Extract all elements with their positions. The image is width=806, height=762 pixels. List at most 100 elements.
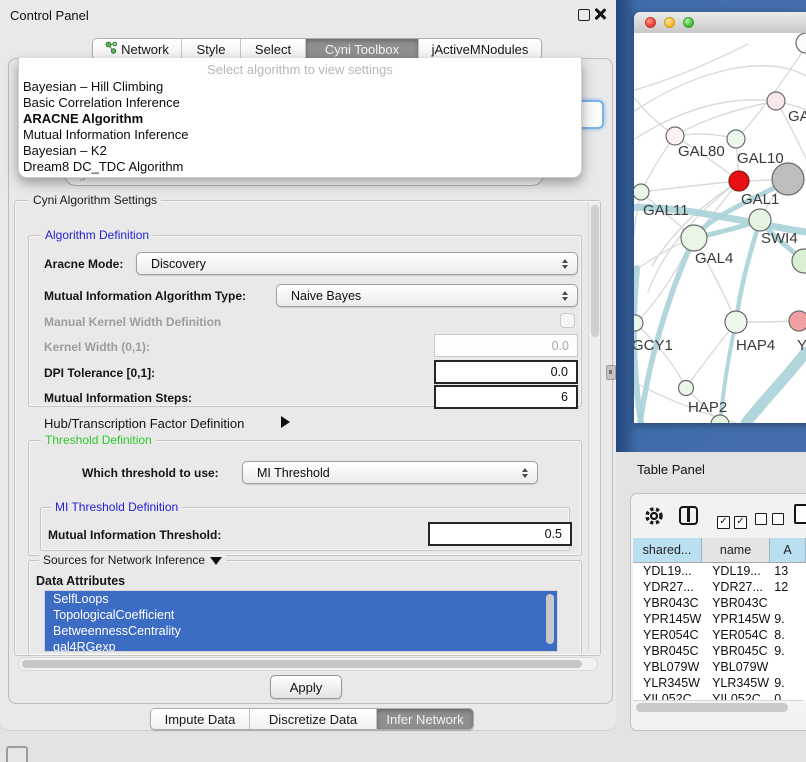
tab-discretize-data[interactable]: Discretize Data bbox=[250, 709, 377, 729]
table-cell bbox=[770, 659, 806, 675]
network-node-hap4[interactable] bbox=[725, 311, 747, 333]
network-canvas[interactable]: GALGAL80GAL10GAL1GAL11SWI4GAL4GCY1HAP4YH… bbox=[634, 33, 806, 423]
close-panel-icon[interactable] bbox=[594, 8, 606, 20]
network-node-gal1[interactable] bbox=[729, 171, 749, 191]
attribute-item-topologicalcoefficient[interactable]: TopologicalCoefficient bbox=[45, 607, 557, 623]
tab-infer-network[interactable]: Infer Network bbox=[377, 709, 473, 729]
data-attributes-list: SelfLoopsTopologicalCoefficientBetweenne… bbox=[44, 590, 558, 652]
float-panel-icon[interactable] bbox=[578, 9, 590, 21]
network-node-gal[interactable] bbox=[767, 92, 785, 110]
hub-definition-label[interactable]: Hub/Transcription Factor Definition bbox=[44, 416, 244, 431]
tab-jactivemnodules[interactable]: jActiveMNodules bbox=[419, 39, 541, 59]
minimized-panel-icon[interactable] bbox=[6, 746, 28, 762]
screen: Control Panel NetworkStyleSelectCyni Too… bbox=[0, 0, 806, 762]
column-header-a[interactable]: A bbox=[770, 538, 806, 562]
network-graph: GALGAL80GAL10GAL1GAL11SWI4GAL4GCY1HAP4YH… bbox=[634, 33, 806, 423]
close-window-icon[interactable] bbox=[645, 17, 656, 28]
table-cell: YLR345W bbox=[702, 675, 770, 691]
control-panel-window: Control Panel NetworkStyleSelectCyni Too… bbox=[0, 0, 616, 731]
network-node-swi4[interactable] bbox=[749, 209, 771, 231]
column-header-shared-[interactable]: shared... bbox=[633, 538, 702, 562]
algorithm-option-basic-correlation-inference[interactable]: Basic Correlation Inference bbox=[19, 95, 581, 111]
tab-label: Network bbox=[121, 42, 169, 57]
attribute-item-betweennesscentrality[interactable]: BetweennessCentrality bbox=[45, 623, 557, 639]
network-node-gal4[interactable] bbox=[681, 225, 707, 251]
network-node-gal10[interactable] bbox=[727, 130, 745, 148]
network-edge bbox=[641, 136, 675, 192]
network-view-window: GALGAL80GAL10GAL1GAL11SWI4GAL4GCY1HAP4YH… bbox=[634, 12, 806, 423]
table-hscroll-track[interactable] bbox=[633, 700, 804, 714]
manual-kernel-label: Manual Kernel Width Definition bbox=[44, 315, 221, 329]
settings-scrollbar-track[interactable] bbox=[588, 202, 600, 652]
table-cell: 13 bbox=[770, 563, 806, 579]
which-threshold-combo[interactable]: MI Threshold bbox=[242, 461, 538, 484]
node-label: GAL bbox=[788, 108, 806, 125]
network-window-titlebar[interactable] bbox=[634, 12, 806, 34]
manual-kernel-checkbox[interactable] bbox=[560, 313, 575, 328]
tab-cyni-toolbox[interactable]: Cyni Toolbox bbox=[306, 39, 419, 59]
tab-label: Infer Network bbox=[386, 712, 463, 727]
minimize-window-icon[interactable] bbox=[664, 17, 675, 28]
table-row[interactable]: YER054CYER054C8. bbox=[633, 627, 806, 643]
table-row[interactable]: YBR043CYBR043C bbox=[633, 595, 806, 611]
settings-hscroll-track[interactable] bbox=[18, 657, 598, 671]
algorithm-dropdown-list: Bayesian – Hill ClimbingBasic Correlatio… bbox=[19, 79, 581, 175]
mi-algorithm-type-combo[interactable]: Naive Bayes bbox=[276, 284, 578, 307]
panel-splitter-handle[interactable] bbox=[606, 365, 616, 380]
tab-label: Cyni Toolbox bbox=[325, 42, 399, 57]
table-row[interactable]: YLR345WYLR345W9. bbox=[633, 675, 806, 691]
table-row[interactable]: YDR27...YDR27...12 bbox=[633, 579, 806, 595]
network-node[interactable] bbox=[796, 33, 806, 53]
table-cell: YPR145W bbox=[633, 611, 702, 627]
algorithm-option-dream8-dc-tdc-algorithm[interactable]: Dream8 DC_TDC Algorithm bbox=[19, 159, 581, 175]
table-hscroll-thumb[interactable] bbox=[636, 703, 788, 712]
gear-icon[interactable] bbox=[644, 506, 664, 531]
table-row[interactable]: YPR145WYPR145W9. bbox=[633, 611, 806, 627]
table-cell: YBL079W bbox=[702, 659, 770, 675]
attribute-item-gal4rgexp[interactable]: gal4RGexp bbox=[45, 639, 557, 652]
table-row[interactable]: YBR045CYBR045C9. bbox=[633, 643, 806, 659]
algorithm-option-bayesian-k2[interactable]: Bayesian – K2 bbox=[19, 143, 581, 159]
zoom-window-icon[interactable] bbox=[683, 17, 694, 28]
node-label: GAL4 bbox=[695, 250, 733, 267]
node-label: HAP4 bbox=[736, 337, 775, 354]
algorithm-option-bayesian-hill-climbing[interactable]: Bayesian – Hill Climbing bbox=[19, 79, 581, 95]
network-edge bbox=[675, 101, 776, 136]
aracne-mode-combo[interactable]: Discovery bbox=[136, 252, 578, 275]
combo-arrows-icon bbox=[522, 468, 528, 478]
node-label: GCY1 bbox=[634, 337, 673, 354]
tab-select[interactable]: Select bbox=[241, 39, 306, 59]
kernel-width-field[interactable]: 0.0 bbox=[434, 334, 578, 357]
node-label: HAP2 bbox=[688, 399, 727, 416]
clear-checks-icon[interactable] bbox=[755, 512, 789, 530]
attribute-item-selfloops[interactable]: SelfLoops bbox=[45, 591, 557, 607]
algorithm-option-mutual-information-inference[interactable]: Mutual Information Inference bbox=[19, 127, 581, 143]
apply-button[interactable]: Apply bbox=[270, 675, 342, 699]
hub-expand-icon[interactable] bbox=[281, 416, 290, 428]
table-row[interactable]: YBL079WYBL079W bbox=[633, 659, 806, 675]
split-columns-icon[interactable] bbox=[679, 506, 698, 525]
tab-style[interactable]: Style bbox=[182, 39, 241, 59]
network-edge bbox=[746, 352, 806, 423]
column-header-name[interactable]: name bbox=[702, 538, 770, 562]
select-all-checks-icon[interactable]: ✓✓ bbox=[717, 511, 751, 529]
settings-hscroll-thumb[interactable] bbox=[22, 660, 582, 668]
tab-label: jActiveMNodules bbox=[432, 42, 529, 57]
attribute-list-scrollbar-thumb[interactable] bbox=[546, 594, 554, 644]
document-icon[interactable] bbox=[794, 504, 806, 524]
network-node-hap2[interactable] bbox=[679, 381, 694, 396]
dpi-tolerance-field[interactable]: 0.0 bbox=[434, 360, 578, 384]
network-node-gal11[interactable] bbox=[634, 184, 649, 200]
network-node[interactable] bbox=[772, 163, 804, 195]
sources-collapse-icon[interactable] bbox=[210, 557, 222, 565]
mi-steps-field[interactable]: 6 bbox=[434, 385, 578, 409]
mi-threshold-field[interactable]: 0.5 bbox=[428, 522, 572, 546]
algorithm-option-aracne-algorithm[interactable]: ARACNE Algorithm bbox=[19, 111, 581, 127]
table-row[interactable]: YDL19...YDL19...13 bbox=[633, 563, 806, 579]
settings-scrollbar-thumb[interactable] bbox=[591, 205, 599, 337]
tab-label: Impute Data bbox=[165, 712, 236, 727]
network-node-y[interactable] bbox=[789, 311, 806, 331]
tab-impute-data[interactable]: Impute Data bbox=[151, 709, 250, 729]
tab-network[interactable]: Network bbox=[93, 39, 182, 59]
table-cell: YER054C bbox=[702, 627, 770, 643]
